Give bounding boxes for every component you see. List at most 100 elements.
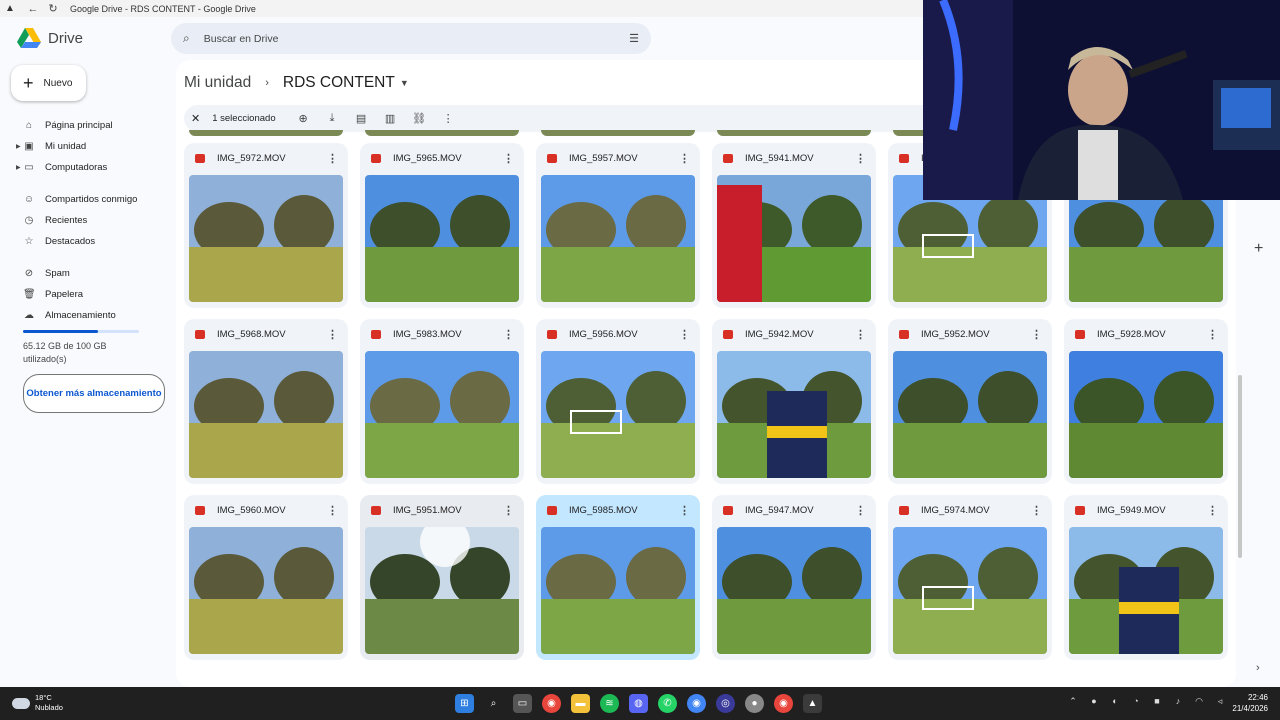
clear-selection-icon[interactable]: ✕ [191,112,200,125]
add-panel-plus-icon[interactable]: + [1254,240,1263,258]
file-card[interactable]: IMG_5957.MOV ⋮ [536,143,700,308]
download-icon[interactable]: ⤓ [323,112,342,125]
video-thumbnail[interactable] [717,351,871,478]
more-vert-icon[interactable]: ⋮ [503,328,514,341]
file-card[interactable]: IMG_5974.MOV ⋮ [888,495,1052,660]
search-input[interactable]: Buscar en Drive [204,33,279,45]
reload-icon[interactable]: ↻ [46,2,60,15]
file-card[interactable]: IMG_5952.MOV ⋮ [888,319,1052,484]
sidebar-item-computers[interactable]: ▶ ▭ Computadoras [0,157,176,178]
file-card[interactable]: IMG_5956.MOV ⋮ [536,319,700,484]
file-card-header[interactable]: IMG_5974.MOV ⋮ [888,495,1052,525]
file-card[interactable]: IMG_5985.MOV ⋮ [536,495,700,660]
obs-icon[interactable]: ◎ [716,694,735,713]
more-vert-icon[interactable]: ⋮ [679,328,690,341]
move-icon[interactable]: ▤ [352,112,371,125]
more-vert-icon[interactable]: ⋮ [855,504,866,517]
app-tray-icon[interactable]: ◐ [1107,696,1123,707]
file-card-header[interactable]: IMG_5941.MOV ⋮ [712,143,876,173]
chrome-icon[interactable]: ◉ [542,694,561,713]
video-thumbnail[interactable] [717,527,871,654]
more-vert-icon[interactable]: ⋮ [855,328,866,341]
search-bar[interactable]: ⌕ Buscar en Drive ☰ [171,23,651,54]
file-card[interactable]: IMG_5941.MOV ⋮ [712,143,876,308]
file-card[interactable]: IMG_5947.MOV ⋮ [712,495,876,660]
drive-logo[interactable]: Drive [17,27,83,49]
more-vert-icon[interactable]: ⋮ [679,504,690,517]
whatsapp-icon[interactable]: ✆ [658,694,677,713]
video-thumbnail[interactable] [365,175,519,302]
more-vert-icon[interactable]: ⋮ [1031,504,1042,517]
network-tray-icon[interactable]: ◔ [1128,696,1144,707]
file-card[interactable]: IMG_5972.MOV ⋮ [184,143,348,308]
windows-start-icon[interactable]: ⊞ [455,694,474,713]
share-icon[interactable]: ⊕ [294,112,313,125]
speaker-icon[interactable]: ◃ [1212,696,1228,707]
discord-icon[interactable]: ◍ [629,694,648,713]
weather-widget[interactable]: 18°C Nublado [12,693,63,713]
file-card-header[interactable]: IMG_5957.MOV ⋮ [536,143,700,173]
file-explorer-icon[interactable]: ▬ [571,694,590,713]
file-card[interactable]: IMG_5949.MOV ⋮ [1064,495,1228,660]
new-button[interactable]: + Nuevo [11,65,86,101]
file-card-header[interactable]: IMG_5949.MOV ⋮ [1064,495,1228,525]
task-view-icon[interactable]: ▭ [513,694,532,713]
file-card[interactable]: IMG_5942.MOV ⋮ [712,319,876,484]
file-card-header[interactable]: IMG_5952.MOV ⋮ [888,319,1052,349]
spotify-icon[interactable]: ≋ [600,694,619,713]
chrome-alt-icon[interactable]: ◉ [774,694,793,713]
sidebar-item-spam[interactable]: ⊘ Spam [0,263,176,284]
file-card-header[interactable]: IMG_5972.MOV ⋮ [184,143,348,173]
video-thumbnail[interactable] [1069,351,1223,478]
chrome-profile-icon[interactable]: ◉ [687,694,706,713]
file-card[interactable]: IMG_5965.MOV ⋮ [360,143,524,308]
more-vert-icon[interactable]: ⋮ [327,504,338,517]
sidebar-item-my-drive[interactable]: ▶ ▣ Mi unidad [0,136,176,157]
wifi-icon[interactable]: ◠ [1191,696,1207,707]
video-thumbnail[interactable] [717,175,871,302]
sidebar-item-trash[interactable]: 🗑 Papelera [0,284,176,305]
drive-taskbar-icon[interactable]: ▲ [803,694,822,713]
file-card[interactable]: IMG_5983.MOV ⋮ [360,319,524,484]
spotify-tray-icon[interactable]: ● [1086,696,1102,707]
file-card-header[interactable]: IMG_5983.MOV ⋮ [360,319,524,349]
video-thumbnail[interactable] [893,351,1047,478]
search-icon[interactable]: ⌕ [484,694,503,713]
search-filter-icon[interactable]: ☰ [629,32,639,45]
more-vert-icon[interactable]: ⋮ [1207,504,1218,517]
sidebar-item-recent[interactable]: ◷ Recientes [0,210,176,231]
more-vert-icon[interactable]: ⋮ [327,328,338,341]
expand-caret-icon[interactable]: ▶ [16,164,21,171]
more-vert-icon[interactable]: ⋮ [855,152,866,165]
file-card-header[interactable]: IMG_5942.MOV ⋮ [712,319,876,349]
link-icon[interactable]: ⛓ [410,112,429,125]
trash-icon[interactable]: ▥ [381,112,400,125]
more-vert-icon[interactable]: ⋮ [1207,328,1218,341]
file-card-header[interactable]: IMG_5928.MOV ⋮ [1064,319,1228,349]
video-thumbnail[interactable] [365,527,519,654]
file-card-header[interactable]: IMG_5951.MOV ⋮ [360,495,524,525]
chevron-up-icon[interactable]: ⌃ [1065,696,1081,707]
sidebar-item-home[interactable]: ⌂ Página principal [0,115,176,136]
more-vert-icon[interactable]: ⋮ [1031,328,1042,341]
clock[interactable]: 22:46 21/4/2026 [1228,692,1268,714]
more-vert-icon[interactable]: ⋮ [503,504,514,517]
scrollbar[interactable] [1238,375,1242,558]
more-vert-icon[interactable]: ⋮ [439,112,458,125]
video-thumbnail[interactable] [365,351,519,478]
more-vert-icon[interactable]: ⋮ [503,152,514,165]
sidebar-item-shared[interactable]: ☺ Compartidos conmigo [0,189,176,210]
file-card-header[interactable]: IMG_5985.MOV ⋮ [536,495,700,525]
file-card-header[interactable]: IMG_5960.MOV ⋮ [184,495,348,525]
video-thumbnail[interactable] [893,527,1047,654]
search-icon[interactable]: ⌕ [183,31,190,46]
file-card-header[interactable]: IMG_5947.MOV ⋮ [712,495,876,525]
file-card[interactable]: IMG_5928.MOV ⋮ [1064,319,1228,484]
breadcrumb-root[interactable]: Mi unidad [184,74,251,92]
video-thumbnail[interactable] [189,351,343,478]
mic-icon[interactable]: ♪ [1170,696,1186,707]
video-thumbnail[interactable] [541,527,695,654]
video-thumbnail[interactable] [189,527,343,654]
video-thumbnail[interactable] [189,175,343,302]
sidebar-item-starred[interactable]: ☆ Destacados [0,231,176,252]
